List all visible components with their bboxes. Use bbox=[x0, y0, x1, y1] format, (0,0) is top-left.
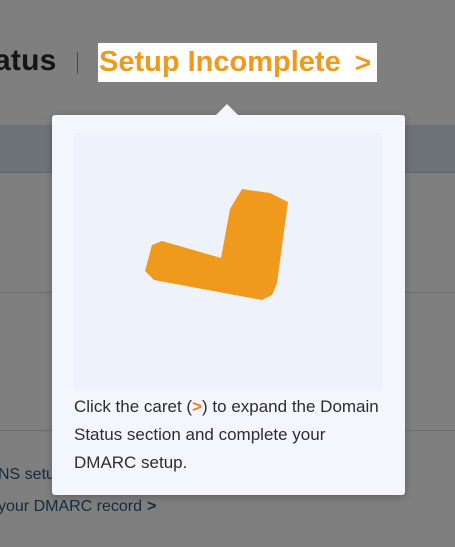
setup-incomplete-link[interactable]: Setup Incomplete > bbox=[98, 43, 378, 82]
chevron-right-icon[interactable]: > bbox=[355, 47, 371, 79]
checkmark-icon bbox=[145, 189, 288, 300]
onboarding-popover: Click the caret (>) to expand the Domain… bbox=[52, 115, 405, 495]
caret-symbol: > bbox=[192, 397, 203, 416]
popover-text: Click the caret (>) to expand the Domain… bbox=[74, 393, 384, 477]
popover-pointer bbox=[216, 104, 238, 115]
popover-text-start: Click the caret ( bbox=[74, 397, 193, 416]
setup-incomplete-label: Setup Incomplete bbox=[99, 46, 341, 78]
illustration bbox=[74, 133, 382, 390]
